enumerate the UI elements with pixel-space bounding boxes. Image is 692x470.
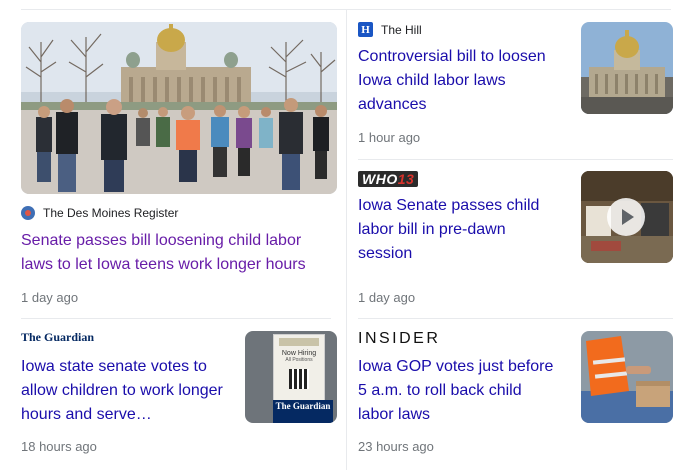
card4-image[interactable]: Now Hiring All Positions The Guardian — [245, 331, 337, 423]
card5-source[interactable]: INSIDER — [358, 330, 440, 348]
card3-title[interactable]: Iowa Senate passes child labor bill in p… — [358, 194, 558, 266]
card5-title[interactable]: Iowa GOP votes just before 5 a.m. to rol… — [358, 355, 558, 427]
capitol-protest-image — [21, 22, 337, 194]
card4-time: 18 hours ago — [21, 439, 97, 454]
guardian-brand-badge: The Guardian — [273, 400, 333, 423]
hiring-sign-title: Now Hiring — [281, 350, 317, 357]
card1-time: 1 day ago — [21, 290, 79, 305]
the-hill-icon: H — [358, 22, 373, 37]
card1-source[interactable]: The Des Moines Register — [21, 206, 178, 220]
card-divider — [21, 318, 331, 319]
qr-code-icon — [289, 369, 309, 389]
card2-source[interactable]: H The Hill — [358, 22, 422, 37]
play-icon[interactable] — [607, 198, 645, 236]
worker-safety-vest-image — [581, 331, 673, 423]
des-moines-register-icon — [21, 206, 35, 220]
card1-image[interactable] — [21, 22, 337, 194]
capitol-building-image — [581, 22, 673, 114]
card3-time: 1 day ago — [358, 290, 416, 305]
the-guardian-logo: The Guardian — [21, 330, 95, 344]
card1-source-name: The Des Moines Register — [43, 206, 179, 220]
card2-source-name: The Hill — [381, 22, 422, 37]
column-divider — [346, 9, 347, 470]
card1-title[interactable]: Senate passes bill loosening child labor… — [21, 229, 331, 277]
card-divider — [358, 318, 673, 319]
card3-source[interactable]: WHO13 — [358, 171, 419, 187]
card3-image[interactable] — [581, 171, 673, 263]
card5-image[interactable] — [581, 331, 673, 423]
card4-title[interactable]: Iowa state senate votes to allow childre… — [21, 355, 231, 427]
who13-logo: WHO13 — [358, 171, 419, 187]
card5-time: 23 hours ago — [358, 439, 434, 454]
card2-title[interactable]: Controversial bill to loosen Iowa child … — [358, 45, 558, 117]
card2-time: 1 hour ago — [358, 130, 421, 145]
image-brand-text: The Guardian — [275, 401, 331, 411]
card4-source[interactable]: The Guardian — [21, 330, 95, 344]
sign-logo-icon — [279, 338, 319, 346]
hiring-sign-subtitle: All Positions — [285, 357, 313, 363]
insider-logo: INSIDER — [358, 330, 441, 347]
card2-image[interactable] — [581, 22, 673, 114]
card-divider — [358, 159, 673, 160]
